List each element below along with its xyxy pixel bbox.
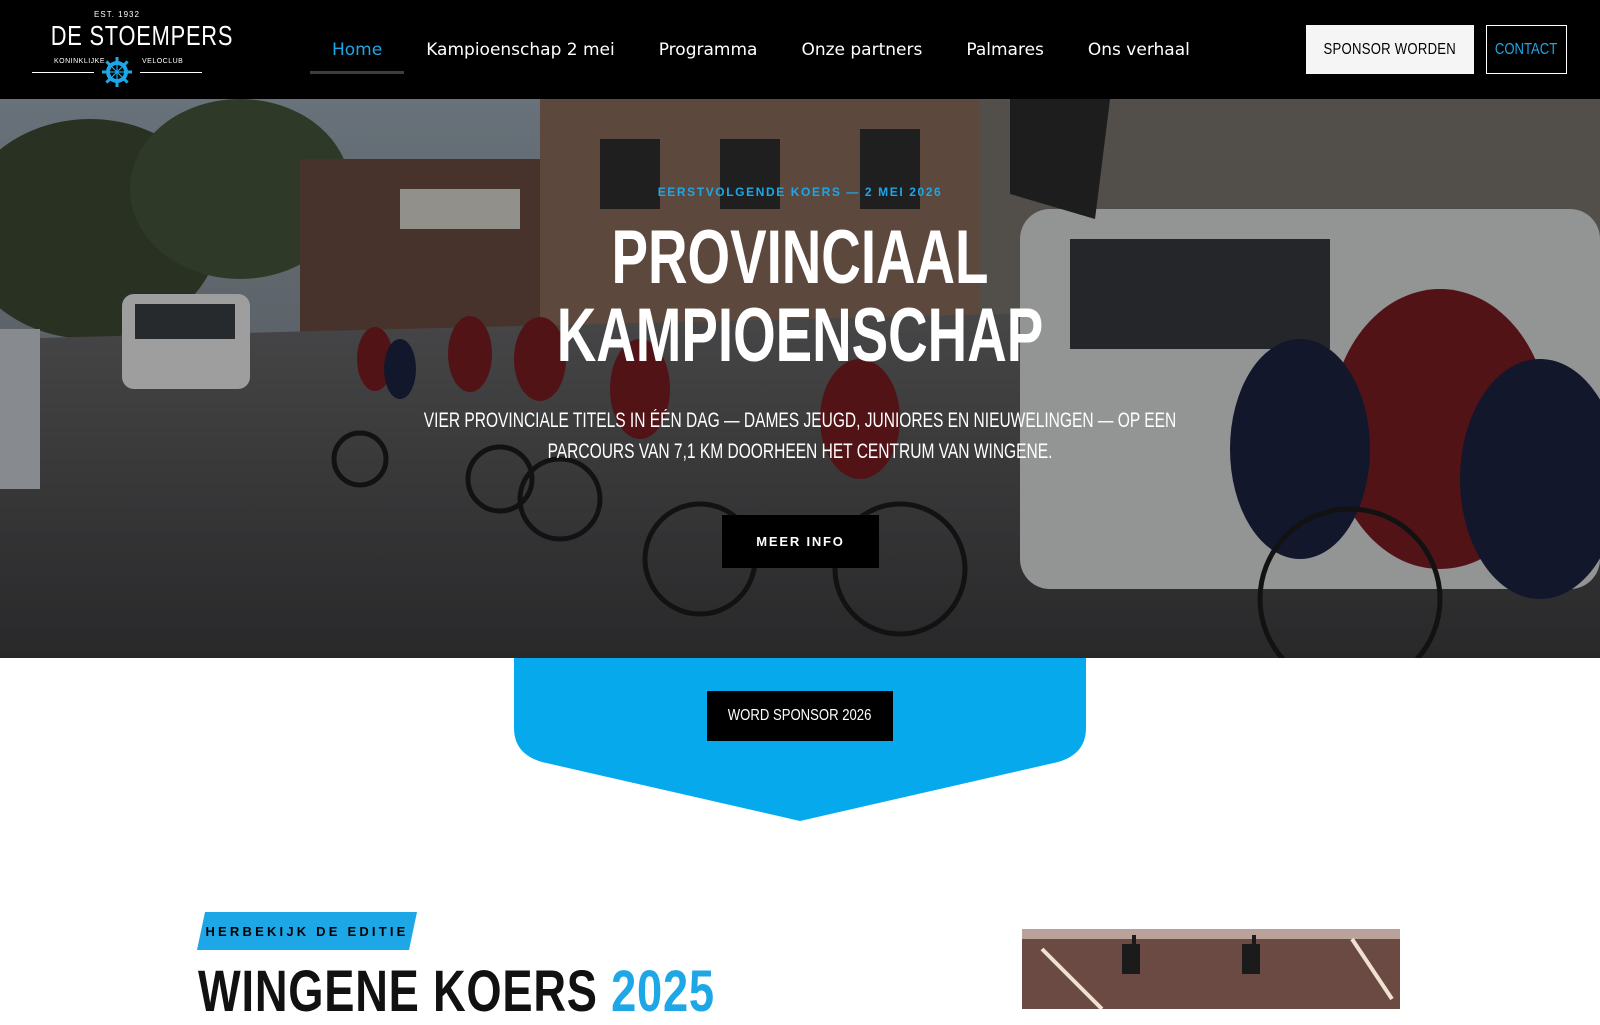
edition-title-year: 2025 (611, 959, 715, 1024)
hero-title-line-2: KAMPIOENSCHAP (556, 293, 1044, 378)
sponsor-button[interactable]: SPONSOR WORDEN (1306, 25, 1474, 74)
nav-item-kampioenschap[interactable]: Kampioenschap 2 mei (404, 0, 637, 99)
word-sponsor-button[interactable]: WORD SPONSOR 2026 (707, 691, 893, 741)
hero-section: EERSTVOLGENDE KOERS — 2 MEI 2026 PROVINC… (0, 99, 1600, 658)
logo-divider-right (140, 72, 202, 73)
club-logo[interactable]: EST. 1932 DE STOEMPERS KONINKLIJKE VELOC… (32, 8, 234, 90)
meer-info-button-label: MEER INFO (756, 534, 845, 549)
logo-sub-left: KONINKLIJKE (54, 58, 106, 65)
edition-photo[interactable] (1022, 929, 1400, 1009)
nav-item-palmares[interactable]: Palmares (944, 0, 1066, 99)
hero-title-line-1: PROVINCIAAL (611, 215, 989, 300)
sponsor-button-label: SPONSOR WORDEN (1323, 40, 1457, 58)
nav-item-ons-verhaal[interactable]: Ons verhaal (1066, 0, 1212, 99)
hero-kicker: EERSTVOLGENDE KOERS — 2 MEI 2026 (657, 185, 943, 199)
logo-name: DE STOEMPERS (50, 20, 234, 51)
edition-tag: HERBEKIJK DE EDITIE (205, 923, 409, 939)
nav-item-programma[interactable]: Programma (637, 0, 780, 99)
nav-item-home[interactable]: Home (310, 0, 405, 99)
word-sponsor-button-label: WORD SPONSOR 2026 (728, 707, 872, 724)
site-header: EST. 1932 DE STOEMPERS KONINKLIJKE VELOC… (0, 0, 1600, 99)
gear-icon (102, 57, 132, 87)
edition-title: WINGENE KOERS 2025 (198, 958, 715, 1024)
contact-button[interactable]: CONTACT (1486, 25, 1567, 74)
logo-est-text: EST. 1932 (94, 10, 140, 19)
edition-title-text: WINGENE KOERS (198, 959, 612, 1024)
main-nav: Home Kampioenschap 2 mei Programma Onze … (310, 0, 1212, 99)
hero-description-line-2: PARCOURS VAN 7,1 KM DOORHEEN HET CENTRUM… (547, 440, 1053, 463)
hero-description-line-1: VIER PROVINCIALE TITELS IN ÉÉN DAG — DAM… (423, 409, 1177, 432)
hero-title: PROVINCIAAL KAMPIOENSCHAP (0, 219, 1600, 375)
meer-info-button[interactable]: MEER INFO (722, 515, 879, 568)
logo-divider-left (32, 72, 94, 73)
logo-sub-right: VELOCLUB (142, 58, 184, 65)
edition-photo-image (1022, 929, 1400, 1009)
nav-item-partners[interactable]: Onze partners (779, 0, 944, 99)
hero-overlay (0, 99, 1600, 658)
contact-button-label: CONTACT (1495, 40, 1558, 58)
hero-description: VIER PROVINCIALE TITELS IN ÉÉN DAG — DAM… (0, 405, 1600, 467)
